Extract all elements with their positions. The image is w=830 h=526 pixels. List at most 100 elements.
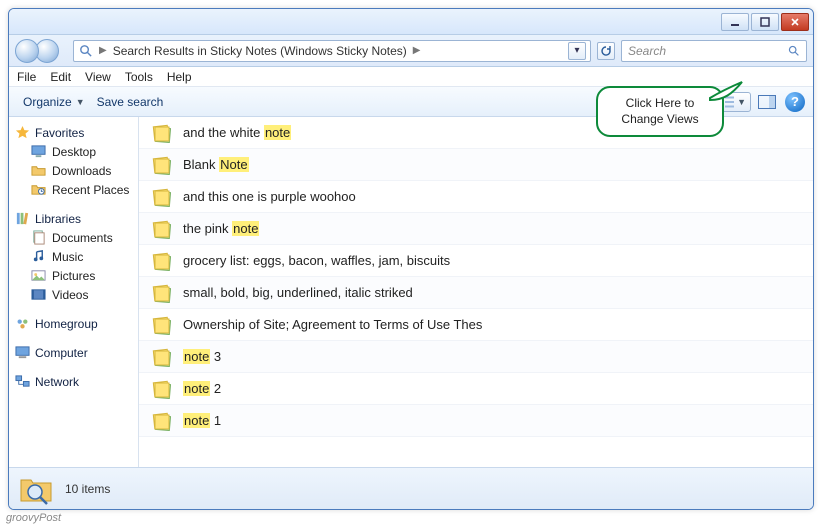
sidebar-item-desktop[interactable]: Desktop	[9, 142, 138, 161]
pictures-icon	[31, 268, 46, 283]
callout-change-views: Click Here to Change Views	[596, 86, 724, 137]
sidebar-homegroup-label: Homegroup	[35, 317, 98, 331]
music-icon	[31, 249, 46, 264]
result-row[interactable]: the pink note	[139, 213, 813, 245]
refresh-button[interactable]	[597, 42, 615, 60]
address-bar[interactable]: ▶ Search Results in Sticky Notes (Window…	[73, 40, 591, 62]
highlight: note	[183, 381, 210, 396]
search-icon	[787, 44, 800, 57]
sidebar-computer-header[interactable]: Computer	[9, 343, 138, 362]
maximize-button[interactable]	[751, 13, 779, 31]
back-button[interactable]	[15, 39, 39, 63]
sidebar-item-pictures[interactable]: Pictures	[9, 266, 138, 285]
result-row[interactable]: Blank Note	[139, 149, 813, 181]
menu-help[interactable]: Help	[167, 70, 192, 84]
menu-view[interactable]: View	[85, 70, 111, 84]
sticky-note-icon	[151, 283, 171, 303]
sticky-note-icon	[151, 379, 171, 399]
search-folder-icon	[78, 43, 93, 58]
titlebar	[9, 9, 813, 35]
callout-text: Click Here to Change Views	[621, 96, 698, 126]
menu-edit[interactable]: Edit	[50, 70, 71, 84]
result-title: note 3	[183, 349, 221, 364]
sidebar-libraries-header[interactable]: Libraries	[9, 209, 138, 228]
sidebar-network-label: Network	[35, 375, 79, 389]
desktop-icon	[31, 144, 46, 159]
highlight: Note	[219, 157, 248, 172]
sidebar: Favorites Desktop Downloads Recent Place…	[9, 117, 139, 467]
organize-label: Organize	[23, 95, 72, 109]
videos-icon	[31, 287, 46, 302]
explorer-window: ▶ Search Results in Sticky Notes (Window…	[8, 8, 814, 510]
star-icon	[15, 125, 30, 140]
sidebar-item-label: Videos	[52, 288, 88, 302]
preview-pane-button[interactable]	[755, 91, 779, 113]
result-row[interactable]: and this one is purple woohoo	[139, 181, 813, 213]
sidebar-homegroup: Homegroup	[9, 314, 138, 333]
result-row[interactable]: small, bold, big, underlined, italic str…	[139, 277, 813, 309]
result-row[interactable]: Ownership of Site; Agreement to Terms of…	[139, 309, 813, 341]
homegroup-icon	[15, 316, 30, 331]
sticky-note-icon	[151, 155, 171, 175]
highlight: note	[183, 413, 210, 428]
sticky-note-icon	[151, 411, 171, 431]
documents-icon	[31, 230, 46, 245]
result-title: note 2	[183, 381, 221, 396]
sidebar-computer-label: Computer	[35, 346, 88, 360]
sidebar-item-recent[interactable]: Recent Places	[9, 180, 138, 199]
sidebar-computer: Computer	[9, 343, 138, 362]
recent-icon	[31, 182, 46, 197]
sticky-note-icon	[151, 123, 171, 143]
downloads-icon	[31, 163, 46, 178]
sidebar-favorites-label: Favorites	[35, 126, 84, 140]
sidebar-item-downloads[interactable]: Downloads	[9, 161, 138, 180]
result-title: and the white note	[183, 125, 291, 140]
organize-button[interactable]: Organize ▼	[17, 92, 91, 112]
highlight: note	[264, 125, 291, 140]
breadcrumb-sep: ▶	[99, 45, 107, 56]
sidebar-item-documents[interactable]: Documents	[9, 228, 138, 247]
sidebar-homegroup-header[interactable]: Homegroup	[9, 314, 138, 333]
close-button[interactable]	[781, 13, 809, 31]
minimize-button[interactable]	[721, 13, 749, 31]
result-row[interactable]: note 3	[139, 341, 813, 373]
result-title: note 1	[183, 413, 221, 428]
callout-tail	[710, 86, 744, 110]
search-input[interactable]: Search	[621, 40, 807, 62]
result-title: grocery list: eggs, bacon, waffles, jam,…	[183, 253, 450, 268]
sidebar-item-label: Downloads	[52, 164, 111, 178]
breadcrumb-dropdown[interactable]: ▾	[568, 42, 586, 60]
chevron-down-icon: ▼	[76, 97, 85, 107]
sidebar-favorites-header[interactable]: Favorites	[9, 123, 138, 142]
search-results-icon	[19, 472, 53, 506]
highlight: note	[183, 349, 210, 364]
save-search-button[interactable]: Save search	[91, 92, 170, 112]
sidebar-item-music[interactable]: Music	[9, 247, 138, 266]
body: Favorites Desktop Downloads Recent Place…	[9, 117, 813, 467]
sticky-note-icon	[151, 219, 171, 239]
sticky-note-icon	[151, 187, 171, 207]
result-title: and this one is purple woohoo	[183, 189, 356, 204]
sidebar-item-label: Documents	[52, 231, 113, 245]
result-row[interactable]: grocery list: eggs, bacon, waffles, jam,…	[139, 245, 813, 277]
sidebar-item-videos[interactable]: Videos	[9, 285, 138, 304]
breadcrumb-text: Search Results in Sticky Notes (Windows …	[113, 44, 407, 58]
result-row[interactable]: note 2	[139, 373, 813, 405]
sidebar-favorites: Favorites Desktop Downloads Recent Place…	[9, 123, 138, 199]
save-search-label: Save search	[97, 95, 164, 109]
menu-tools[interactable]: Tools	[125, 70, 153, 84]
sidebar-network-header[interactable]: Network	[9, 372, 138, 391]
sticky-note-icon	[151, 347, 171, 367]
sidebar-libraries: Libraries Documents Music Pictures Video…	[9, 209, 138, 304]
computer-icon	[15, 345, 30, 360]
menubar: File Edit View Tools Help	[9, 67, 813, 87]
result-title: Ownership of Site; Agreement to Terms of…	[183, 317, 482, 332]
navbar: ▶ Search Results in Sticky Notes (Window…	[9, 35, 813, 67]
menu-file[interactable]: File	[17, 70, 36, 84]
help-glyph: ?	[791, 94, 799, 109]
sidebar-libraries-label: Libraries	[35, 212, 81, 226]
sidebar-network: Network	[9, 372, 138, 391]
help-button[interactable]: ?	[785, 92, 805, 112]
results-list: and the white note Blank Note and this one…	[139, 117, 813, 467]
result-row[interactable]: note 1	[139, 405, 813, 437]
